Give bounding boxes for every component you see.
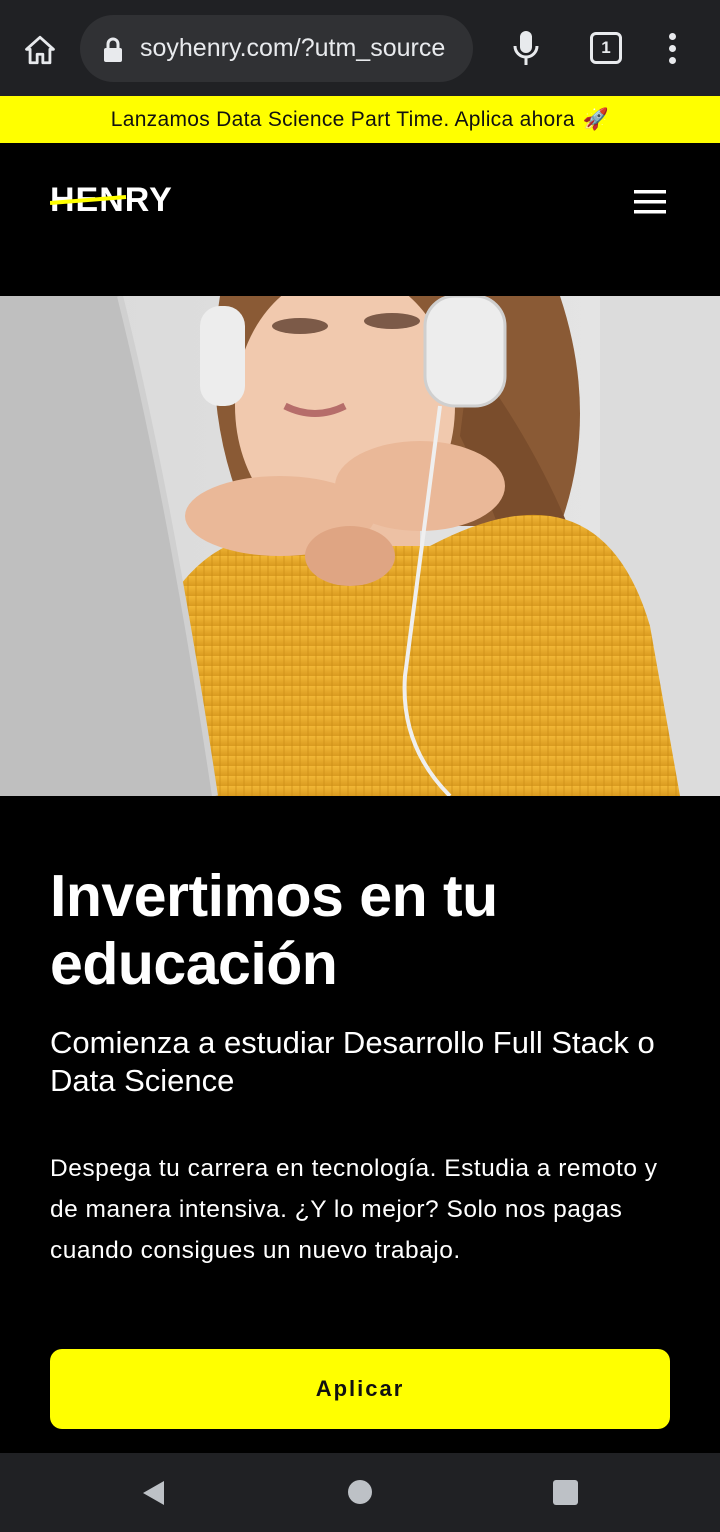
announcement-banner[interactable]: Lanzamos Data Science Part Time. Aplica … [0, 96, 720, 143]
apply-button[interactable]: Aplicar [50, 1349, 670, 1429]
page-description: Despega tu carrera en tecnología. Estudi… [50, 1155, 658, 1264]
henry-logo[interactable]: HENRY [49, 181, 200, 222]
back-icon[interactable] [140, 1479, 166, 1507]
lock-icon [104, 37, 122, 62]
hero-image [0, 296, 720, 796]
microphone-icon [513, 31, 539, 65]
home-circle-icon[interactable] [348, 1480, 372, 1504]
page-title: Invertimos en tu educación [50, 863, 498, 997]
rocket-icon: 🚀 [582, 107, 610, 131]
more-options-button[interactable] [652, 22, 692, 74]
hamburger-menu-icon[interactable] [626, 184, 674, 224]
system-navigation-bar [0, 1453, 720, 1532]
banner-text: Lanzamos Data Science Part Time. Aplica … [110, 107, 575, 131]
voice-search-button[interactable] [500, 22, 552, 74]
more-vert-icon [668, 32, 676, 40]
site-header: HENRY [0, 143, 720, 296]
recents-icon[interactable] [553, 1480, 578, 1505]
tab-switcher-button[interactable]: 1 [580, 22, 632, 74]
url-text: soyhenry.com/?utm_source [140, 34, 446, 62]
browser-toolbar: soyhenry.com/?utm_source 1 [0, 0, 720, 96]
address-bar[interactable]: soyhenry.com/?utm_source [80, 15, 473, 82]
more-vert-dot [668, 44, 676, 52]
home-icon [25, 35, 55, 65]
tab-count: 1 [590, 32, 622, 64]
home-button[interactable] [14, 24, 66, 76]
page-subtitle: Comienza a estudiar Desarrollo Full Stac… [50, 1025, 655, 1098]
more-vert-dot [668, 56, 676, 64]
